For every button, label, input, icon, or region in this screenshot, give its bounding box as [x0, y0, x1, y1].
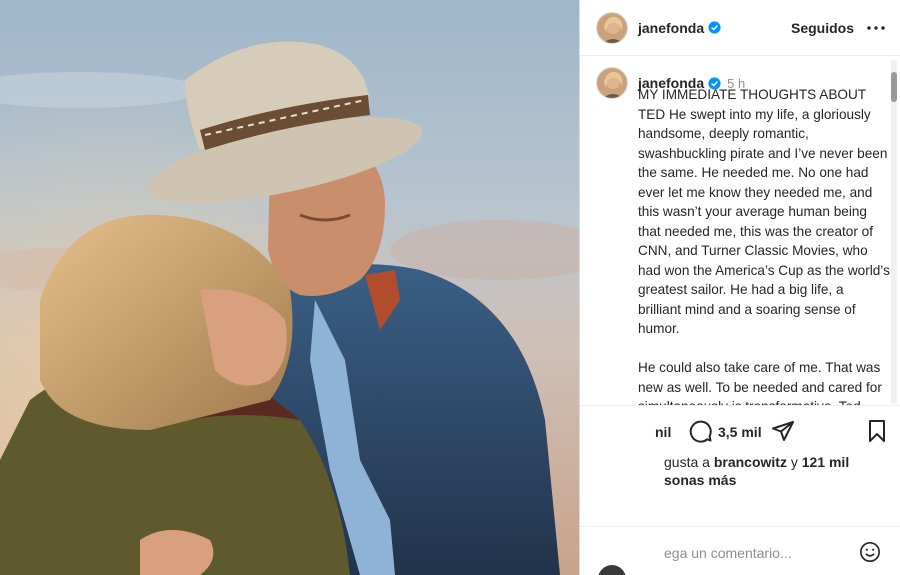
- liker-username[interactable]: brancowitz: [714, 454, 787, 470]
- likes-prefix: gusta a: [664, 454, 710, 470]
- verified-badge-icon: [708, 21, 721, 34]
- likes-summary: gusta a brancowitz y 121 mil sonas más: [664, 453, 849, 489]
- following-button[interactable]: Seguidos: [791, 20, 854, 36]
- post-header: janefonda Seguidos: [580, 0, 900, 56]
- caption-section: janefonda 5 h MY IMMEDIATE THOUGHTS ABOU…: [580, 57, 900, 405]
- scrollbar-thumb[interactable]: [891, 72, 897, 102]
- username-link[interactable]: janefonda: [638, 20, 704, 36]
- action-bar: nil 3,5 mil: [580, 418, 900, 448]
- caption-text: MY IMMEDIATE THOUGHTS ABOUT TED He swept…: [638, 87, 890, 405]
- likes-count[interactable]: 121 mil: [802, 454, 849, 470]
- scrollbar-track[interactable]: [891, 60, 897, 404]
- actions-section: nil 3,5 mil gusta a brancowitz y 121 mil…: [580, 405, 900, 575]
- comment-bar: ega un comentario...: [580, 526, 900, 575]
- like-count-fragment: nil: [655, 424, 672, 440]
- emoji-smile-icon[interactable]: [859, 541, 881, 563]
- likes-suffix[interactable]: sonas más: [664, 472, 736, 488]
- comment-bubble-icon[interactable]: [689, 419, 713, 443]
- likes-connector: y: [790, 454, 798, 470]
- caption-avatar[interactable]: [596, 67, 628, 99]
- post-details-panel: janefonda Seguidos janefonda 5 h MY IMME…: [579, 0, 900, 575]
- comment-input[interactable]: ega un comentario...: [664, 545, 792, 561]
- avatar[interactable]: [596, 11, 628, 44]
- bookmark-icon[interactable]: [866, 419, 888, 443]
- share-paper-plane-icon[interactable]: [771, 419, 795, 443]
- more-options-icon[interactable]: [866, 18, 886, 38]
- post-photo-image: [0, 0, 579, 575]
- post-photo[interactable]: [0, 0, 579, 575]
- cropped-avatar: [598, 565, 626, 575]
- comment-count: 3,5 mil: [718, 424, 762, 440]
